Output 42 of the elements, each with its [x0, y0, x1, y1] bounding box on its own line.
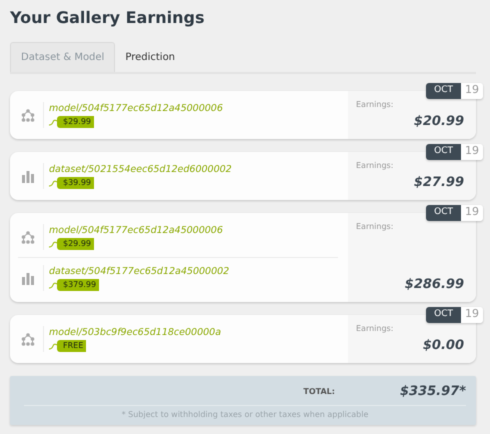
item-link[interactable]: model/504f5177ec65d12a45000006	[49, 102, 223, 116]
earnings-amount: $0.00	[422, 336, 464, 355]
date-day: 19	[461, 205, 483, 221]
earnings-amount: $20.99	[412, 112, 464, 131]
item-link[interactable]: dataset/5021554eec65d12ed6000002	[49, 163, 232, 178]
price-tag: $29.99	[57, 238, 94, 250]
date-month: OCT	[426, 307, 461, 323]
tag-string-icon	[49, 240, 57, 248]
earnings-label: Earnings:	[356, 221, 394, 234]
price-tag: $379.99	[57, 279, 100, 292]
network-icon	[21, 332, 35, 346]
tab[interactable]: Dataset & Model	[10, 42, 116, 72]
date-day: 19	[461, 144, 483, 160]
date-month: OCT	[426, 144, 461, 160]
item-link[interactable]: dataset/504f5177ec65d12a45000002	[49, 265, 230, 280]
date-day: 19	[461, 307, 483, 323]
earnings-label: Earnings:	[356, 160, 394, 172]
total-amount: $335.97*	[400, 383, 466, 402]
earnings-amount: $286.99	[404, 276, 464, 294]
tag-string-icon	[49, 281, 57, 290]
earnings-amount: $27.99	[412, 174, 464, 192]
date-day: 19	[461, 83, 483, 99]
page-title: Your Gallery Earnings	[10, 8, 206, 28]
tag-string-icon	[49, 179, 57, 188]
network-icon	[21, 108, 35, 122]
date-month: OCT	[426, 83, 461, 99]
price-tag: $39.99	[57, 177, 94, 190]
earnings-label: Earnings:	[356, 323, 394, 336]
price-tag: $29.99	[57, 116, 94, 128]
tax-note: * Subject to withholding taxes or other taxes when applicable	[120, 408, 370, 421]
tag-string-icon	[49, 118, 57, 126]
item-link[interactable]: model/503bc9f9ec65d118ce00000a	[49, 326, 222, 340]
network-icon	[21, 230, 35, 244]
earnings-label: Earnings:	[356, 99, 394, 112]
price-tag: FREE	[57, 340, 86, 352]
bar-chart-icon	[21, 169, 35, 184]
date-month: OCT	[426, 205, 461, 221]
tab[interactable]: Prediction	[115, 42, 186, 72]
bar-chart-icon	[21, 271, 35, 286]
tag-string-icon	[49, 342, 57, 350]
total-label: TOTAL:	[303, 386, 335, 398]
item-link[interactable]: model/504f5177ec65d12a45000006	[49, 224, 223, 238]
